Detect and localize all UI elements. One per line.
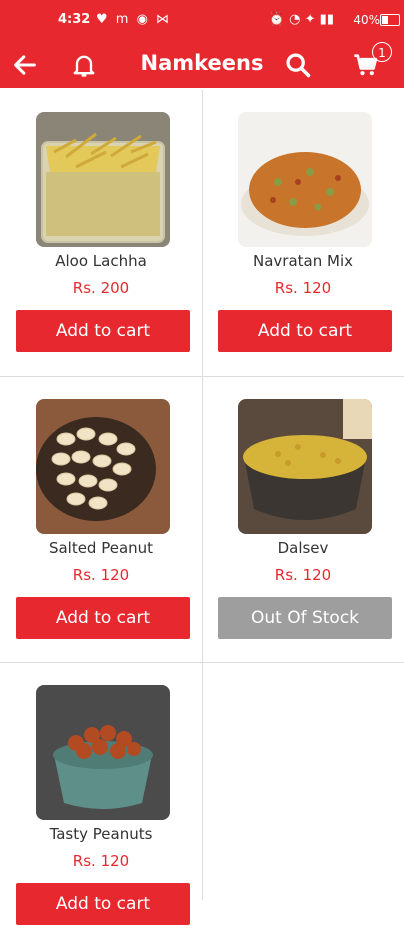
battery-percent: 40% — [353, 13, 380, 27]
product-price: Rs. 120 — [274, 566, 332, 584]
product-card[interactable]: Tasty Peanuts Rs. 120 Add to cart — [0, 663, 202, 950]
product-card[interactable]: Dalsev Rs. 120 Out Of Stock — [202, 377, 404, 664]
cart-count-badge: 1 — [372, 42, 392, 62]
product-image[interactable] — [36, 399, 170, 534]
add-to-cart-button[interactable]: Add to cart — [218, 310, 392, 352]
add-to-cart-button[interactable]: Add to cart — [16, 597, 190, 639]
product-name: Navratan Mix — [253, 252, 353, 270]
product-card[interactable]: Aloo Lachha Rs. 200 Add to cart — [0, 90, 202, 377]
add-to-cart-button[interactable]: Add to cart — [16, 883, 190, 925]
product-image[interactable] — [36, 685, 170, 820]
product-card[interactable]: Salted Peanut Rs. 120 Add to cart — [0, 377, 202, 664]
product-image[interactable] — [36, 112, 170, 247]
product-card[interactable]: Navratan Mix Rs. 120 Add to cart — [202, 90, 404, 377]
battery-icon — [380, 14, 400, 26]
product-price: Rs. 120 — [274, 279, 332, 297]
product-name: Dalsev — [277, 539, 329, 557]
product-image[interactable] — [238, 112, 372, 247]
product-price: Rs. 120 — [72, 852, 130, 870]
page-title: Namkeens — [140, 51, 264, 75]
system-icons: ⏰ ◔ ✦ ▮▮ — [268, 12, 334, 27]
out-of-stock-button[interactable]: Out Of Stock — [218, 597, 392, 639]
status-bar: 4:32 ♥ m ◉ ⋈ ⏰ ◔ ✦ ▮▮ 40% — [0, 0, 404, 42]
product-price: Rs. 120 — [72, 566, 130, 584]
add-to-cart-button[interactable]: Add to cart — [16, 310, 190, 352]
app-bar: Namkeens 1 — [0, 42, 404, 88]
product-name: Salted Peanut — [48, 539, 154, 557]
search-icon[interactable] — [284, 51, 312, 79]
product-name: Tasty Peanuts — [49, 825, 153, 843]
status-time: 4:32 — [58, 12, 91, 27]
product-name: Aloo Lachha — [55, 252, 147, 270]
product-image[interactable] — [238, 399, 372, 534]
notification-icons: ♥ m ◉ ⋈ — [96, 12, 172, 27]
product-price: Rs. 200 — [72, 279, 130, 297]
